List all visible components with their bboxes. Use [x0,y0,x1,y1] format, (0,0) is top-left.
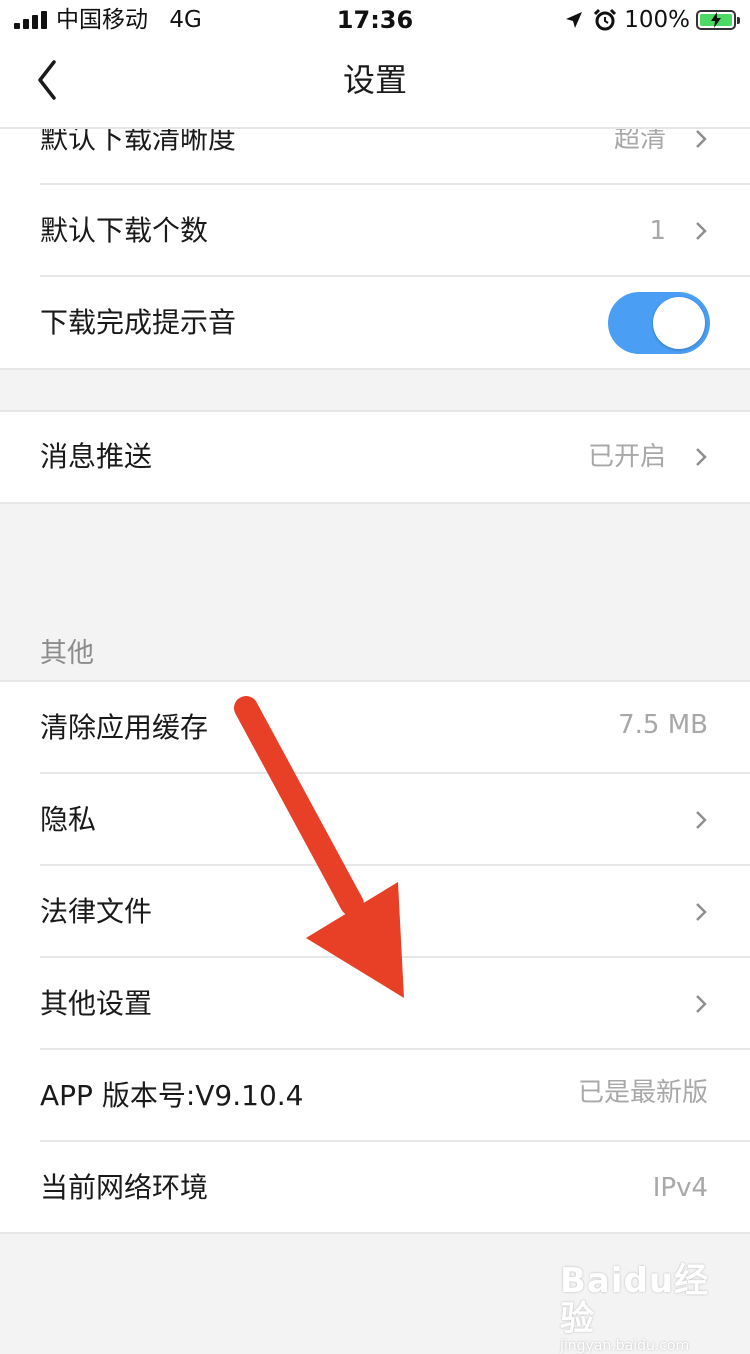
app-version-label: APP 版本号:V9.10.4 [40,1079,304,1112]
group-divider [0,502,750,504]
section-header-other: 其他 [40,638,94,669]
row-label: 默认下载清晰度 [40,129,237,155]
download-sound-toggle[interactable] [608,292,710,354]
chevron-right-icon [696,130,707,148]
download-quality-row[interactable]: 默认下载清晰度 超清 [0,129,750,185]
location-arrow-icon [566,12,583,28]
download-sound-row: 下载完成提示音 [0,277,750,369]
chevron-right-icon [696,222,707,240]
group-divider [0,368,750,370]
status-right-group: 100% [564,6,740,34]
watermark-url: jingyan.baidu.com [560,1338,690,1354]
chevron-right-icon [696,995,707,1013]
privacy-row[interactable]: 隐私 [0,774,750,866]
baidu-watermark: Baidu经验 jingyan.baidu.com [560,1262,710,1354]
chevron-right-icon [696,448,707,466]
clear-cache-row[interactable]: 清除应用缓存 7.5 MB [0,682,750,774]
row-label: 清除应用缓存 [40,711,209,744]
app-version-row[interactable]: APP 版本号:V9.10.4 已是最新版 [0,1050,750,1142]
battery-charging-icon [696,10,740,30]
watermark-logo: Baidu经验 [560,1261,710,1339]
push-notification-row[interactable]: 消息推送 已开启 [0,412,750,502]
legal-documents-row[interactable]: 法律文件 [0,866,750,958]
download-count-row[interactable]: 默认下载个数 1 [0,185,750,277]
other-settings-group: 清除应用缓存 7.5 MB 隐私 法律文件 其他设置 APP 版本号:V9.10… [0,682,750,1232]
navigation-bar: 设置 [0,40,750,128]
row-label: 消息推送 [40,440,153,473]
version-status-value: 已是最新版 [577,1078,708,1108]
group-divider [0,1232,750,1234]
battery-percentage: 100% [624,7,690,33]
network-environment-row: 当前网络环境 IPv4 [0,1142,750,1234]
alarm-icon [594,8,617,31]
chevron-right-icon [696,811,707,829]
row-label: 隐私 [40,803,97,836]
status-bar: 中国移动 4G 17:36 100% [0,0,750,40]
row-label: 法律文件 [40,895,153,928]
toggle-knob [653,297,705,349]
push-settings-group: 消息推送 已开启 [0,412,750,502]
chevron-right-icon [696,903,707,921]
network-value: IPv4 [652,1173,708,1203]
row-value: 1 [649,216,666,246]
row-value: 已开启 [587,442,666,472]
row-label: 其他设置 [40,987,153,1020]
cache-size-value: 7.5 MB [618,710,708,740]
row-value: 超清 [613,129,666,154]
row-label: 当前网络环境 [40,1171,209,1204]
page-title: 设置 [342,61,407,99]
row-label: 默认下载个数 [40,214,209,247]
download-settings-group: 默认下载清晰度 超清 默认下载个数 1 下载完成提示音 [0,129,750,369]
row-label: 下载完成提示音 [40,306,237,339]
other-settings-row[interactable]: 其他设置 [0,958,750,1050]
